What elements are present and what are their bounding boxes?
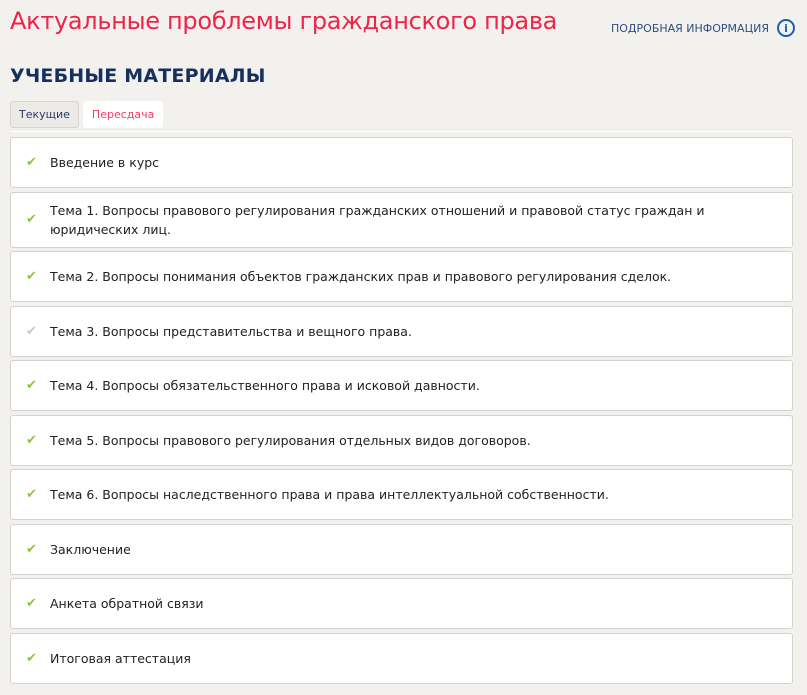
check-icon: ✔	[26, 323, 37, 339]
material-item-label: Тема 5. Вопросы правового регулирования …	[50, 432, 531, 448]
course-title: Актуальные проблемы гражданского права	[10, 7, 558, 35]
material-item[interactable]: ✔ Тема 1. Вопросы правового регулирования…	[10, 191, 793, 248]
material-item[interactable]: ✔ Итоговая аттестация	[10, 632, 793, 684]
materials-list: ✔ Введение в курс ✔ Тема 1. Вопросы правово…	[10, 137, 793, 687]
material-item[interactable]: ✔ Тема 6. Вопросы наследственного права и…	[10, 469, 793, 520]
tabs: Текущие Пересдача	[10, 101, 164, 128]
check-icon: ✔	[26, 269, 37, 284]
material-item-label: Анкета обратной связи	[50, 596, 204, 611]
material-item-label: Итоговая аттестация	[50, 650, 191, 666]
divider	[10, 131, 793, 132]
material-item[interactable]: ✔ Тема 5. Вопросы правового регулирования…	[10, 414, 793, 466]
material-item-label: Тема 1. Вопросы правового регулирования …	[50, 202, 705, 237]
check-icon: ✔	[26, 212, 37, 227]
tab-retake[interactable]: Пересдача	[82, 101, 164, 128]
material-item-label: Тема 3. Вопросы представительства и вещн…	[50, 323, 412, 339]
material-item[interactable]: ✔ Анкета обратной связи	[10, 578, 793, 629]
more-info-link[interactable]: ПОДРОБНАЯ ИНФОРМАЦИЯ i	[611, 19, 795, 37]
material-item-label: Введение в курс	[50, 155, 160, 170]
check-icon: ✔	[26, 650, 37, 666]
material-item-label: Тема 4. Вопросы обязательственного права…	[50, 378, 480, 393]
check-icon: ✔	[26, 487, 37, 502]
material-item[interactable]: ✔ Тема 2. Вопросы понимания объектов граж…	[10, 251, 793, 302]
section-title: УЧЕБНЫЕ МАТЕРИАЛЫ	[10, 65, 266, 87]
material-item[interactable]: ✔ Заключение	[10, 523, 793, 575]
material-item[interactable]: ✔ Тема 4. Вопросы обязательственного прав…	[10, 360, 793, 411]
material-item-label: Тема 2. Вопросы понимания объектов гражд…	[50, 269, 672, 284]
check-icon: ✔	[26, 596, 37, 611]
info-icon: i	[777, 19, 795, 37]
check-icon: ✔	[26, 432, 37, 448]
material-item-label: Заключение	[50, 541, 131, 557]
more-info-label: ПОДРОБНАЯ ИНФОРМАЦИЯ	[611, 21, 769, 35]
check-icon: ✔	[26, 378, 37, 393]
tab-current[interactable]: Текущие	[10, 101, 79, 128]
check-icon: ✔	[26, 541, 37, 557]
material-item[interactable]: ✔ Тема 3. Вопросы представительства и вещ…	[10, 305, 793, 357]
material-item[interactable]: ✔ Введение в курс	[10, 137, 793, 188]
material-item-label: Тема 6. Вопросы наследственного права и …	[50, 487, 609, 502]
check-icon: ✔	[26, 155, 37, 170]
